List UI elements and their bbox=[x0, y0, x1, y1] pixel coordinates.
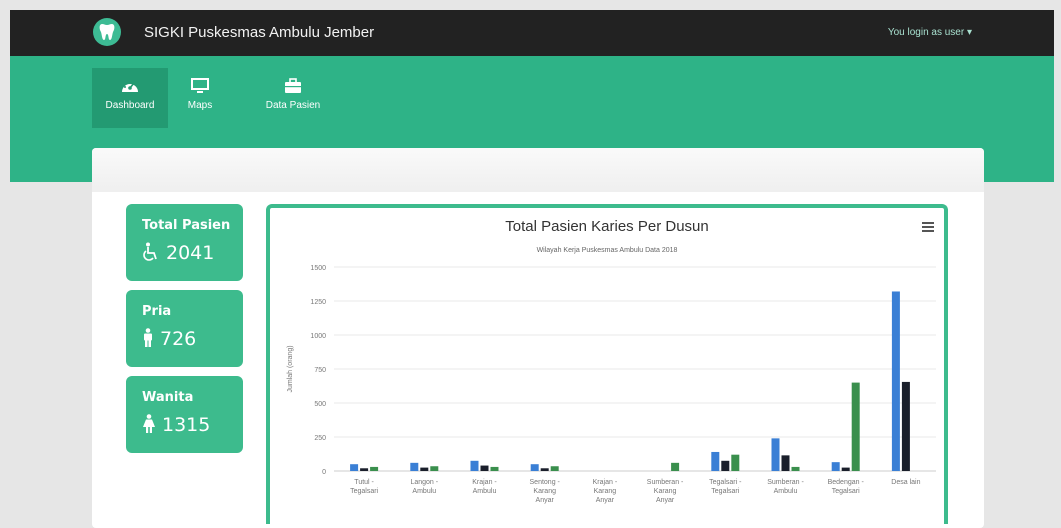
bar bbox=[731, 454, 740, 471]
y-axis-label: Jumlah (orang) bbox=[287, 345, 294, 392]
card-header bbox=[92, 148, 984, 192]
bar bbox=[671, 462, 680, 471]
bar bbox=[370, 466, 379, 471]
y-tick-label: 0 bbox=[322, 469, 326, 476]
female-icon bbox=[143, 414, 155, 433]
y-tick-label: 250 bbox=[314, 435, 326, 442]
nav-label: Maps bbox=[187, 100, 213, 111]
stat-title: Total Pasien bbox=[142, 218, 231, 233]
stat-value: 1315 bbox=[162, 414, 211, 436]
tooth-logo-icon[interactable] bbox=[93, 18, 121, 46]
bar bbox=[540, 468, 549, 471]
chart-panel: Total Pasien Karies Per Dusun Wilayah Ke… bbox=[266, 204, 948, 524]
y-tick-label: 1250 bbox=[310, 299, 326, 306]
bar bbox=[410, 462, 419, 471]
x-tick-label: Desa lain bbox=[891, 479, 920, 486]
user-menu-link[interactable]: You login as user ▾ bbox=[888, 27, 972, 38]
wheelchair-icon bbox=[143, 242, 157, 261]
x-tick-label: Sumberan -Karang Anyar bbox=[647, 479, 684, 504]
x-tick-label: Sentong -Karang Anyar bbox=[530, 479, 561, 504]
y-tick-label: 1000 bbox=[310, 333, 326, 340]
stat-total-pasien: Total Pasien 2041 bbox=[126, 204, 243, 281]
stat-title: Pria bbox=[142, 304, 172, 319]
bar bbox=[851, 382, 860, 471]
bar bbox=[901, 381, 910, 471]
x-tick-label: Bedengan -Tegalsari bbox=[828, 479, 865, 495]
bar bbox=[430, 466, 439, 471]
bar bbox=[420, 467, 429, 471]
bar bbox=[550, 466, 559, 471]
nav-label: Data Pasien bbox=[265, 100, 321, 111]
nav-maps[interactable]: Maps bbox=[180, 68, 220, 128]
briefcase-icon bbox=[285, 78, 301, 93]
x-tick-label: Tegalsari -Tegalsari bbox=[709, 479, 742, 495]
x-tick-label: Tutul -Tegalsari bbox=[350, 479, 378, 495]
dashboard-icon bbox=[122, 82, 138, 92]
bar bbox=[791, 466, 800, 471]
app-title[interactable]: SIGKI Puskesmas Ambulu Jember bbox=[144, 24, 374, 41]
bar bbox=[480, 465, 489, 471]
stat-wanita: Wanita 1315 bbox=[126, 376, 243, 453]
bar bbox=[771, 438, 780, 471]
bar bbox=[470, 460, 479, 471]
stat-pria: Pria 726 bbox=[126, 290, 243, 367]
x-tick-label: Krajan -Ambulu bbox=[472, 479, 497, 495]
y-tick-label: 500 bbox=[314, 401, 326, 408]
bar bbox=[360, 468, 369, 471]
stat-value: 2041 bbox=[166, 242, 215, 264]
bar bbox=[711, 451, 720, 471]
y-tick-label: 750 bbox=[314, 367, 326, 374]
nav-data-pasien[interactable]: Data Pasien bbox=[258, 68, 328, 128]
stat-value: 726 bbox=[160, 328, 197, 350]
bar bbox=[841, 467, 850, 471]
nav-label: Dashboard bbox=[105, 100, 155, 111]
y-tick-label: 1500 bbox=[310, 265, 326, 272]
bar bbox=[490, 466, 499, 471]
bar bbox=[781, 455, 790, 471]
bar bbox=[721, 460, 730, 471]
monitor-icon bbox=[191, 78, 209, 93]
x-tick-label: Sumberan -Ambulu bbox=[767, 479, 804, 495]
x-tick-label: Krajan -Karang Anyar bbox=[593, 479, 618, 504]
nav-dashboard[interactable]: Dashboard bbox=[92, 68, 168, 128]
male-icon bbox=[144, 328, 152, 347]
top-navbar: SIGKI Puskesmas Ambulu Jember You login … bbox=[10, 10, 1054, 56]
bar-chart: 0 250 500 750 1000 1250 1500 Jumlah (orang) Tutu… bbox=[287, 265, 936, 504]
stat-title: Wanita bbox=[142, 390, 194, 405]
x-tick-label: Langon -Ambulu bbox=[410, 479, 438, 495]
bar bbox=[891, 291, 900, 471]
bar bbox=[350, 464, 359, 471]
bar bbox=[530, 464, 539, 471]
bar bbox=[831, 462, 840, 471]
